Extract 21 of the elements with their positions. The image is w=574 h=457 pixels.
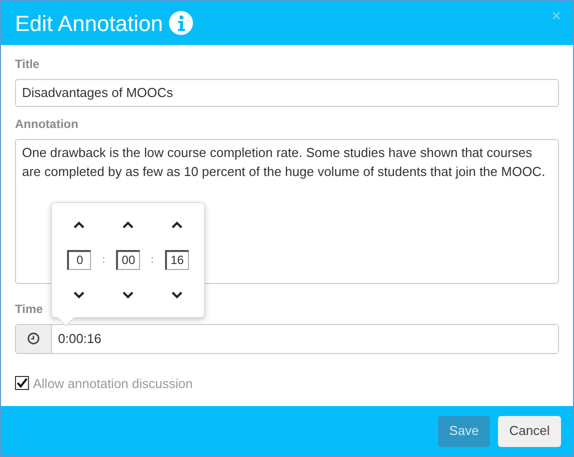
increment-icon[interactable] [73,221,86,230]
checkbox-label: Allow annotation discussion [33,374,193,392]
decrement-icon[interactable] [122,290,134,299]
decrement-icon[interactable] [73,290,86,299]
time-unit-field[interactable]: 0 [67,250,92,270]
title-field[interactable]: Disadvantages of MOOCs [15,79,559,106]
separator: : [150,252,154,268]
cancel-button[interactable]: Cancel [498,416,561,446]
increment-icon[interactable] [122,221,134,230]
time-unit-field[interactable]: 16 [164,250,189,270]
field-label: Time [15,300,44,318]
time-field[interactable]: 0:00:16 [15,324,559,354]
time-unit-field[interactable]: 00 [116,250,140,270]
separator: : [102,252,106,268]
increment-icon[interactable] [170,221,183,230]
dialog-title: Edit Annotation [15,10,164,38]
clock-icon [27,332,40,345]
field-label: Title [15,56,40,73]
decrement-icon[interactable] [170,290,183,299]
field-label: Annotation [15,116,80,132]
checkbox[interactable] [15,376,29,390]
